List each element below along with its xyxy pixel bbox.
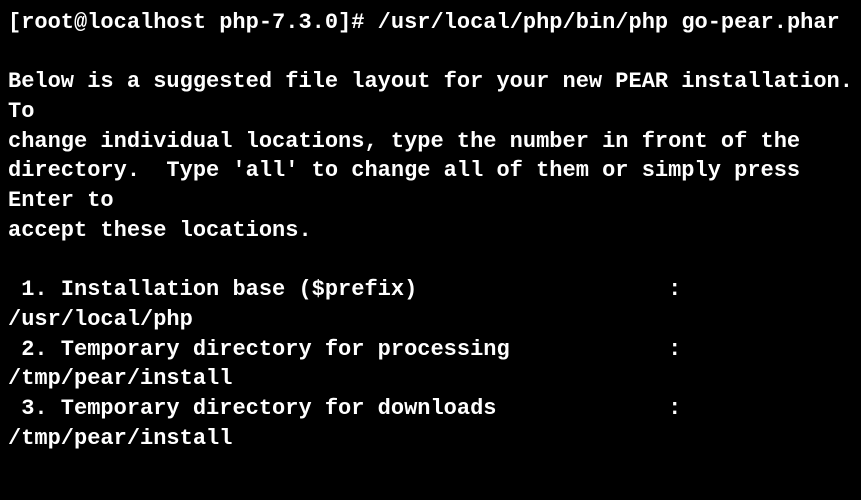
command-text: /usr/local/php/bin/php go-pear.phar [378, 10, 840, 35]
shell-prompt: [root@localhost php-7.3.0]# [8, 10, 378, 35]
install-option-2: 2. Temporary directory for processing : … [8, 337, 695, 392]
intro-text: Below is a suggested file layout for you… [8, 69, 861, 242]
install-option-1: 1. Installation base ($prefix) : /usr/lo… [8, 277, 695, 332]
install-option-3: 3. Temporary directory for downloads : /… [8, 396, 695, 451]
